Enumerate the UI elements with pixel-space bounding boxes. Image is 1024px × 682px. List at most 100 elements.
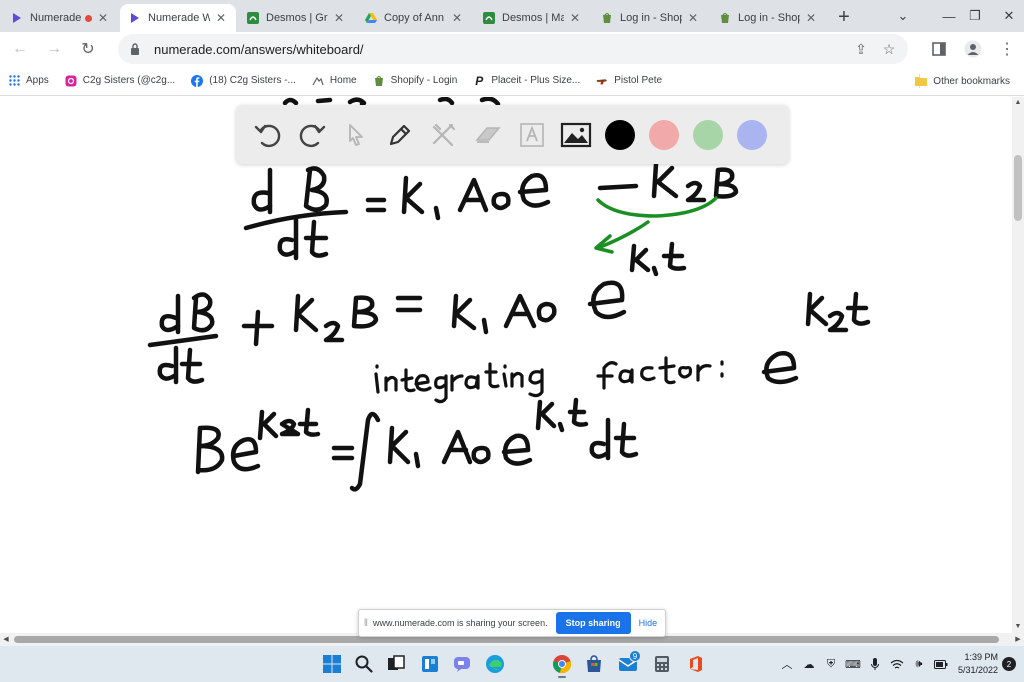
bookmark-home[interactable]: Home — [304, 69, 365, 93]
color-swatch-pink[interactable] — [642, 113, 686, 157]
bookmark-placeit[interactable]: P Placeit - Plus Size... — [465, 69, 588, 93]
edge-icon[interactable] — [481, 650, 509, 678]
lock-icon[interactable] — [130, 42, 144, 56]
color-blue-swatch — [737, 119, 767, 150]
tab-numerade-whiteboard[interactable]: Numerade Wh ✕ — [120, 4, 236, 32]
close-tab-icon[interactable]: ✕ — [214, 11, 228, 25]
forward-icon[interactable]: → — [40, 35, 68, 63]
profile-avatar-icon[interactable] — [956, 32, 990, 66]
show-hidden-icons-chevron-icon[interactable]: ︿ — [776, 646, 798, 682]
shopify-icon — [373, 75, 385, 87]
tab-title: Copy of Ann X — [384, 12, 446, 24]
drag-handle-icon[interactable]: ‖ — [359, 609, 373, 637]
keyboard-icon[interactable]: ⌨ — [842, 646, 864, 682]
share-icon[interactable]: ⇪ — [852, 40, 870, 58]
scroll-right-arrow-icon[interactable]: ▶ — [1012, 633, 1024, 646]
taskbar-clock[interactable]: 1:39 PM 5/31/2022 — [958, 651, 998, 677]
close-tab-icon[interactable]: ✕ — [450, 11, 464, 25]
facebook-icon — [191, 74, 204, 87]
wifi-icon[interactable] — [886, 646, 908, 682]
hide-button[interactable]: Hide — [639, 618, 658, 628]
apps-grid-icon — [8, 75, 20, 87]
handwriting-line-4 — [195, 397, 639, 492]
text-tool-icon[interactable] — [510, 113, 554, 157]
bookmark-c2g-instagram[interactable]: C2g Sisters (@c2g... — [57, 69, 183, 93]
office-icon[interactable] — [682, 650, 710, 678]
calculator-icon[interactable] — [648, 650, 676, 678]
bookmark-label: Shopify - Login — [390, 75, 458, 86]
tab-title: Desmos | Grap — [266, 12, 328, 24]
tab-shopify-login-1[interactable]: Log in - Shopif ✕ — [592, 4, 708, 32]
menu-kebab-icon[interactable]: ⋮ — [990, 32, 1024, 66]
shapes-tool-icon[interactable] — [422, 113, 466, 157]
bookmark-pistol-pete[interactable]: Pistol Pete — [588, 69, 670, 93]
other-bookmarks[interactable]: Other bookmarks — [907, 69, 1018, 93]
tab-shopify-login-2[interactable]: Log in - Shopif ✕ — [710, 4, 826, 32]
screen-sharing-bar: ‖ www.numerade.com is sharing your scree… — [358, 609, 666, 637]
other-bookmarks-label: Other bookmarks — [933, 75, 1010, 87]
handwriting-layer — [147, 97, 871, 492]
scroll-up-arrow-icon[interactable]: ▲ — [1012, 97, 1024, 109]
scroll-left-arrow-icon[interactable]: ◀ — [0, 633, 12, 646]
side-panel-icon[interactable] — [922, 32, 956, 66]
tab-title: Numerade Wh — [148, 12, 210, 24]
mail-badge: 9 — [629, 650, 641, 662]
tab-google-doc[interactable]: Copy of Ann X ✕ — [356, 4, 472, 32]
volume-icon[interactable]: 🕪 — [908, 646, 930, 682]
store-icon[interactable] — [580, 650, 608, 678]
vertical-scroll-thumb[interactable] — [1014, 155, 1022, 221]
close-tab-icon[interactable]: ✕ — [96, 11, 110, 25]
microphone-icon[interactable] — [864, 646, 886, 682]
select-pointer-icon[interactable] — [334, 113, 378, 157]
address-bar[interactable]: numerade.com/answers/whiteboard/ ⇪ ☆ — [118, 34, 908, 64]
bookmark-apps[interactable]: Apps — [0, 69, 57, 93]
mail-icon[interactable]: 9 — [614, 650, 642, 678]
task-view-icon[interactable] — [382, 650, 410, 678]
eraser-icon[interactable] — [466, 113, 510, 157]
back-icon[interactable]: ← — [6, 35, 34, 63]
widgets-icon[interactable] — [416, 650, 444, 678]
stop-sharing-button[interactable]: Stop sharing — [555, 612, 631, 634]
sharing-message: www.numerade.com is sharing your screen. — [373, 618, 548, 628]
tab-desmos-matrix[interactable]: Desmos | Matr ✕ — [474, 4, 590, 32]
search-icon[interactable] — [350, 650, 378, 678]
security-icon[interactable]: ⛨ — [820, 646, 842, 682]
bookmark-shopify-login[interactable]: Shopify - Login — [365, 69, 466, 93]
new-tab-button[interactable]: + — [830, 3, 858, 31]
scroll-down-arrow-icon[interactable]: ▼ — [1012, 621, 1024, 633]
whiteboard-canvas[interactable] — [0, 97, 1012, 633]
tab-desmos-graph[interactable]: Desmos | Grap ✕ — [238, 4, 354, 32]
recording-indicator-icon — [85, 14, 92, 22]
windows-start-icon[interactable] — [318, 650, 346, 678]
battery-icon[interactable] — [930, 646, 952, 682]
color-swatch-blue[interactable] — [730, 113, 774, 157]
close-tab-icon[interactable]: ✕ — [804, 11, 818, 25]
reload-icon[interactable]: ↻ — [74, 35, 102, 63]
color-swatch-black[interactable] — [598, 113, 642, 157]
color-swatch-green[interactable] — [686, 113, 730, 157]
close-tab-icon[interactable]: ✕ — [568, 11, 582, 25]
notification-count-badge[interactable]: 2 — [1002, 657, 1016, 671]
bookmarks-bar: Apps C2g Sisters (@c2g... (18) C2g Siste… — [0, 66, 1024, 96]
tab-numerade[interactable]: Numerade ✕ — [2, 4, 118, 32]
redo-icon[interactable] — [290, 113, 334, 157]
close-tab-icon[interactable]: ✕ — [332, 11, 346, 25]
color-pink-swatch — [649, 119, 679, 150]
vertical-scrollbar[interactable]: ▲ ▼ — [1012, 97, 1024, 633]
bookmark-c2g-facebook[interactable]: (18) C2g Sisters -... — [183, 69, 304, 93]
undo-icon[interactable] — [246, 113, 290, 157]
bookmark-label: Pistol Pete — [614, 75, 663, 86]
teams-chat-icon[interactable] — [448, 650, 476, 678]
handwriting-line-3 — [761, 351, 799, 385]
pen-icon[interactable] — [378, 113, 422, 157]
bookmark-star-icon[interactable]: ☆ — [880, 40, 898, 58]
screen: Numerade ✕ Numerade Wh ✕ Desmos | Grap ✕… — [0, 0, 1024, 682]
desmos-icon — [246, 11, 260, 25]
image-icon[interactable] — [554, 113, 598, 157]
chrome-icon[interactable] — [548, 650, 576, 678]
network-share-icon[interactable]: ☁ — [798, 646, 820, 682]
close-tab-icon[interactable]: ✕ — [686, 11, 700, 25]
horizontal-scroll-thumb[interactable] — [14, 636, 999, 643]
tab-search-chevron-icon[interactable]: ⌄ — [880, 0, 926, 32]
close-window-icon[interactable]: ✕ — [986, 0, 1024, 32]
